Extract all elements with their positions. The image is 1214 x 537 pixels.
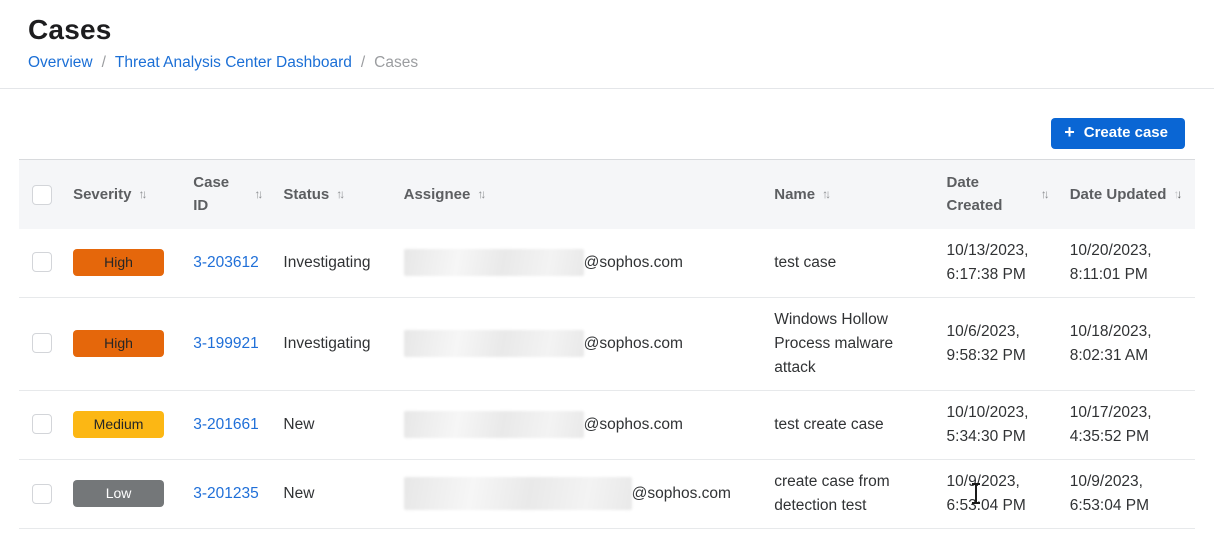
sort-desc-icon: ↑↓ (1173, 185, 1182, 204)
redacted-assignee-name (404, 477, 632, 510)
column-header-name[interactable]: Name ↑↓ (764, 160, 936, 229)
date-updated-cell: 10/18/2023, 8:02:31 AM (1060, 297, 1195, 390)
plus-icon: + (1064, 123, 1075, 141)
status-cell: New (273, 459, 393, 528)
breadcrumb-separator: / (102, 54, 106, 72)
name-cell: Windows Hollow Process malware attack (764, 297, 936, 390)
table-row: Medium 3-201661 New @sophos.com test cre… (19, 390, 1195, 459)
column-header-date-created[interactable]: Date Created ↑↓ (937, 160, 1060, 229)
breadcrumb-link-threat-analysis-center-dashboard[interactable]: Threat Analysis Center Dashboard (115, 54, 352, 72)
toolbar: + Create case (0, 89, 1214, 159)
column-header-severity[interactable]: Severity ↑↓ (63, 160, 183, 229)
create-case-button[interactable]: + Create case (1051, 118, 1185, 149)
status-cell: Investigating (273, 229, 393, 298)
page-title: Cases (28, 14, 1186, 46)
date-updated-cell: 10/9/2023, 6:53:04 PM (1060, 459, 1195, 528)
case-id-link[interactable]: 3-201235 (193, 485, 259, 502)
assignee-cell: @sophos.com (404, 330, 755, 357)
sort-icon: ↑↓ (477, 185, 486, 204)
column-header-date-updated[interactable]: Date Updated ↑↓ (1060, 160, 1195, 229)
assignee-domain: @sophos.com (632, 482, 731, 506)
page-header: Cases Overview / Threat Analysis Center … (0, 0, 1214, 89)
severity-badge: Low (73, 480, 164, 507)
status-cell: Investigating (273, 297, 393, 390)
column-label: Status (283, 183, 329, 206)
table-header-row: Severity ↑↓ Case ID ↑↓ Status ↑↓ Assignee ↑↓… (19, 160, 1195, 229)
date-created-cell: 10/9/2023, 6:53:04 PM (937, 459, 1060, 528)
column-header-status[interactable]: Status ↑↓ (273, 160, 393, 229)
row-checkbox[interactable] (32, 252, 52, 272)
case-id-link[interactable]: 3-199921 (193, 335, 259, 352)
column-label: Assignee (404, 183, 471, 206)
date-created-cell: 10/10/2023, 5:34:30 PM (937, 390, 1060, 459)
breadcrumb-link-overview[interactable]: Overview (28, 54, 93, 72)
case-id-link[interactable]: 3-201661 (193, 416, 259, 433)
name-cell: create case from detection test (764, 459, 936, 528)
assignee-domain: @sophos.com (584, 413, 683, 437)
table-row: High 3-199921 Investigating @sophos.com … (19, 297, 1195, 390)
row-checkbox[interactable] (32, 484, 52, 504)
row-checkbox[interactable] (32, 414, 52, 434)
redacted-assignee-name (404, 249, 584, 276)
date-created-cell: 10/6/2023, 9:58:32 PM (937, 297, 1060, 390)
table-row: High 3-203612 Investigating @sophos.com … (19, 229, 1195, 298)
column-label: Date Created (947, 171, 1034, 218)
sort-icon: ↑↓ (336, 185, 345, 204)
breadcrumb-separator: / (361, 54, 365, 72)
row-checkbox[interactable] (32, 333, 52, 353)
cases-table-container: Severity ↑↓ Case ID ↑↓ Status ↑↓ Assignee ↑↓… (0, 159, 1214, 529)
assignee-domain: @sophos.com (584, 251, 683, 275)
table-row: Low 3-201235 New @sophos.com create case… (19, 459, 1195, 528)
name-cell: test create case (764, 390, 936, 459)
sort-icon: ↑↓ (254, 185, 263, 204)
redacted-assignee-name (404, 411, 584, 438)
severity-badge: Medium (73, 411, 164, 438)
assignee-cell: @sophos.com (404, 249, 755, 276)
date-updated-cell: 10/20/2023, 8:11:01 PM (1060, 229, 1195, 298)
create-case-button-label: Create case (1084, 124, 1168, 142)
case-id-link[interactable]: 3-203612 (193, 254, 259, 271)
select-all-checkbox[interactable] (32, 185, 52, 205)
column-label: Name (774, 183, 815, 206)
column-header-case-id[interactable]: Case ID ↑↓ (183, 160, 273, 229)
assignee-cell: @sophos.com (404, 411, 755, 438)
sort-icon: ↑↓ (822, 185, 831, 204)
sort-icon: ↑↓ (1041, 185, 1050, 204)
date-created-cell: 10/13/2023, 6:17:38 PM (937, 229, 1060, 298)
breadcrumb-current: Cases (374, 54, 418, 72)
severity-badge: High (73, 330, 164, 357)
date-updated-cell: 10/17/2023, 4:35:52 PM (1060, 390, 1195, 459)
column-label: Date Updated (1070, 183, 1167, 206)
redacted-assignee-name (404, 330, 584, 357)
assignee-cell: @sophos.com (404, 477, 755, 510)
sort-icon: ↑↓ (138, 185, 147, 204)
name-cell: test case (764, 229, 936, 298)
cases-table: Severity ↑↓ Case ID ↑↓ Status ↑↓ Assignee ↑↓… (19, 159, 1195, 529)
column-label: Severity (73, 183, 131, 206)
select-all-header (19, 160, 63, 229)
breadcrumb: Overview / Threat Analysis Center Dashbo… (28, 54, 1186, 72)
assignee-domain: @sophos.com (584, 332, 683, 356)
column-label: Case ID (193, 171, 247, 218)
status-cell: New (273, 390, 393, 459)
column-header-assignee[interactable]: Assignee ↑↓ (394, 160, 765, 229)
severity-badge: High (73, 249, 164, 276)
